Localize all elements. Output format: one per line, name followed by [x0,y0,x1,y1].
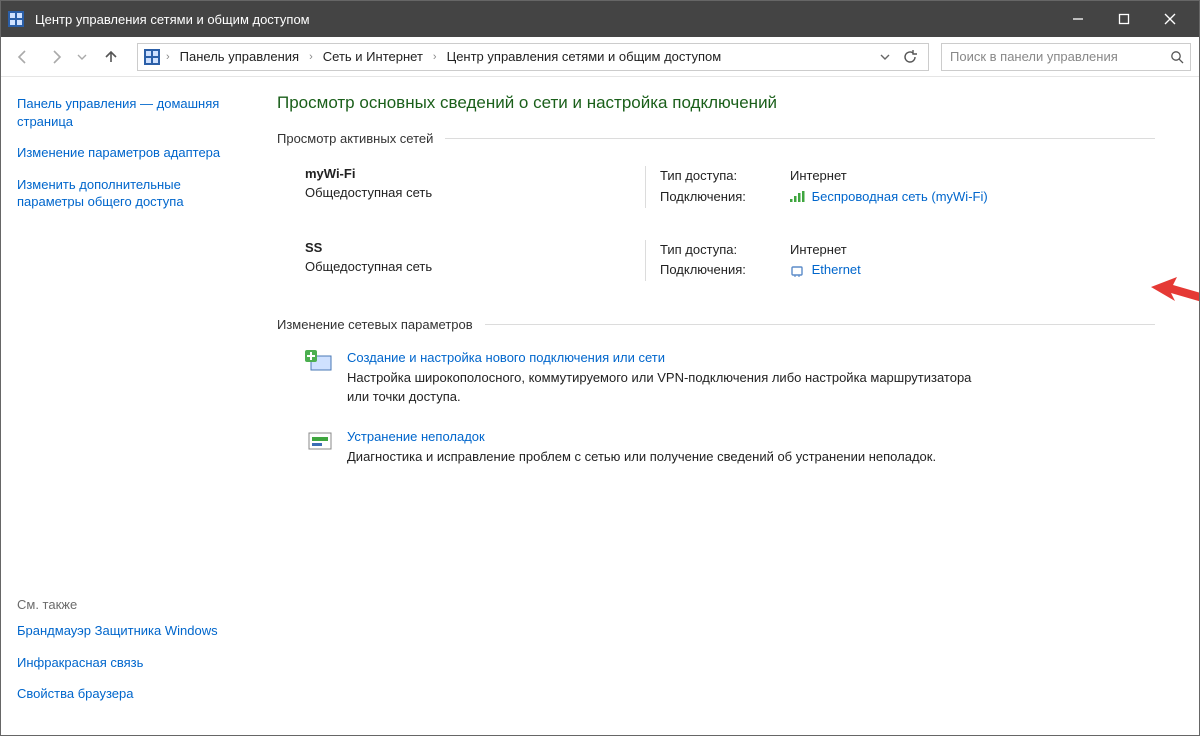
search-placeholder: Поиск в панели управления [950,49,1118,64]
minimize-button[interactable] [1055,1,1101,37]
see-also-browser[interactable]: Свойства браузера [17,685,225,703]
maximize-button[interactable] [1101,1,1147,37]
breadcrumb-root[interactable]: Панель управления [176,47,303,66]
sidebar: Панель управления — домашняя страница Из… [1,77,241,735]
divider [445,138,1155,139]
address-dropdown[interactable] [876,50,894,64]
see-also-infrared[interactable]: Инфракрасная связь [17,654,225,672]
search-input[interactable]: Поиск в панели управления [941,43,1191,71]
breadcrumb-leaf[interactable]: Центр управления сетями и общим доступом [443,47,726,66]
setting-desc: Настройка широкополосного, коммутируемог… [347,369,987,407]
chevron-right-icon[interactable]: › [307,51,315,63]
app-icon [7,10,25,28]
sidebar-link-adapter[interactable]: Изменение параметров адаптера [17,144,225,162]
network-kind: Общедоступная сеть [305,259,645,274]
page-title: Просмотр основных сведений о сети и наст… [277,93,1155,113]
setting-title[interactable]: Устранение неполадок [347,429,936,444]
access-value: Интернет [790,240,861,261]
forward-button[interactable] [43,43,71,71]
network-name: SS [305,240,645,255]
sidebar-link-sharing[interactable]: Изменить дополнительные параметры общего… [17,176,225,211]
network-name: myWi-Fi [305,166,645,181]
close-button[interactable] [1147,1,1193,37]
access-label: Тип доступа: [660,240,790,261]
connection-link-ethernet[interactable]: Ethernet [812,262,861,277]
setting-troubleshoot: Устранение неполадок Диагностика и испра… [277,425,1155,485]
troubleshoot-icon [305,429,347,467]
see-also-header: См. также [17,597,225,612]
wifi-signal-icon [790,191,808,203]
setting-title[interactable]: Создание и настройка нового подключения … [347,350,987,365]
back-button[interactable] [9,43,37,71]
address-icon [144,49,160,65]
recent-dropdown[interactable] [77,52,91,62]
toolbar: › Панель управления › Сеть и Интернет › … [1,37,1199,77]
titlebar: Центр управления сетями и общим доступом [1,1,1199,37]
connections-label: Подключения: [660,260,790,281]
divider [485,324,1155,325]
breadcrumb-mid[interactable]: Сеть и Интернет [319,47,427,66]
window-title: Центр управления сетями и общим доступом [35,12,1055,27]
up-button[interactable] [97,43,125,71]
address-bar[interactable]: › Панель управления › Сеть и Интернет › … [137,43,929,71]
sidebar-link-home[interactable]: Панель управления — домашняя страница [17,95,225,130]
active-networks-header: Просмотр активных сетей [277,131,433,146]
access-label: Тип доступа: [660,166,790,187]
chevron-right-icon[interactable]: › [164,51,172,63]
access-value: Интернет [790,166,988,187]
annotation-arrow [1151,277,1199,367]
setting-new-connection: Создание и настройка нового подключения … [277,346,1155,425]
chevron-right-icon[interactable]: › [431,51,439,63]
main-content: Просмотр основных сведений о сети и наст… [241,77,1199,735]
setting-desc: Диагностика и исправление проблем с сеть… [347,448,936,467]
see-also-firewall[interactable]: Брандмауэр Защитника Windows [17,622,225,640]
connections-label: Подключения: [660,187,790,208]
change-settings-header: Изменение сетевых параметров [277,317,473,332]
ethernet-icon [790,264,808,278]
network-row: SS Общедоступная сеть Тип доступа: Подкл… [277,234,1155,308]
search-icon[interactable] [1170,50,1184,64]
network-kind: Общедоступная сеть [305,185,645,200]
connection-link-wifi[interactable]: Беспроводная сеть (myWi-Fi) [812,189,988,204]
new-connection-icon [305,350,347,407]
network-row: myWi-Fi Общедоступная сеть Тип доступа: … [277,160,1155,234]
refresh-button[interactable] [898,45,922,69]
